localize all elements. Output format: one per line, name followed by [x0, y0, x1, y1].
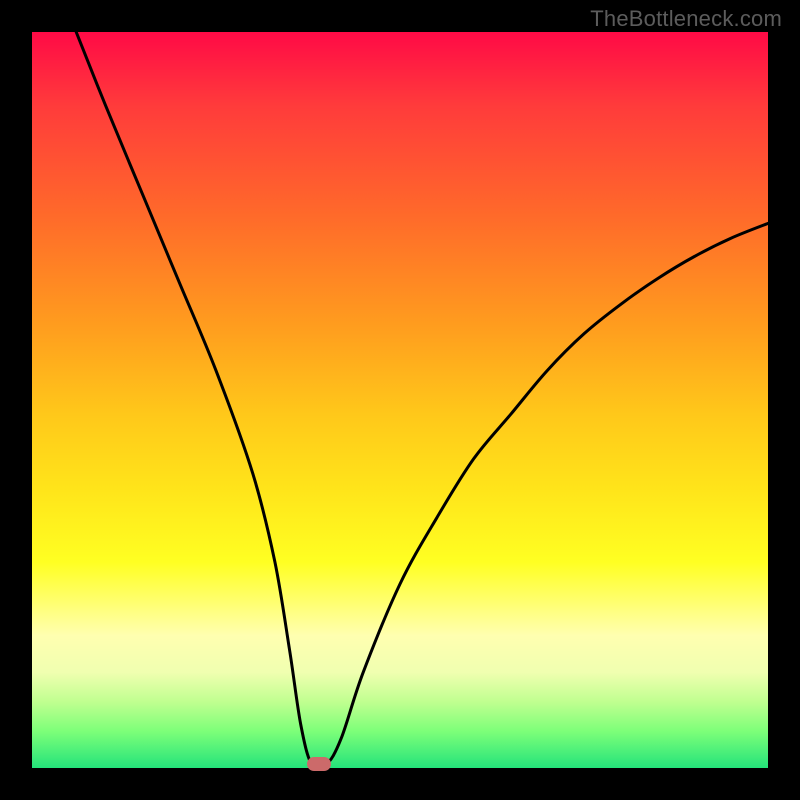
watermark-text: TheBottleneck.com — [590, 6, 782, 32]
chart-frame: TheBottleneck.com — [0, 0, 800, 800]
plot-area — [32, 32, 768, 768]
optimal-point-marker — [307, 757, 331, 771]
bottleneck-curve — [32, 32, 768, 768]
